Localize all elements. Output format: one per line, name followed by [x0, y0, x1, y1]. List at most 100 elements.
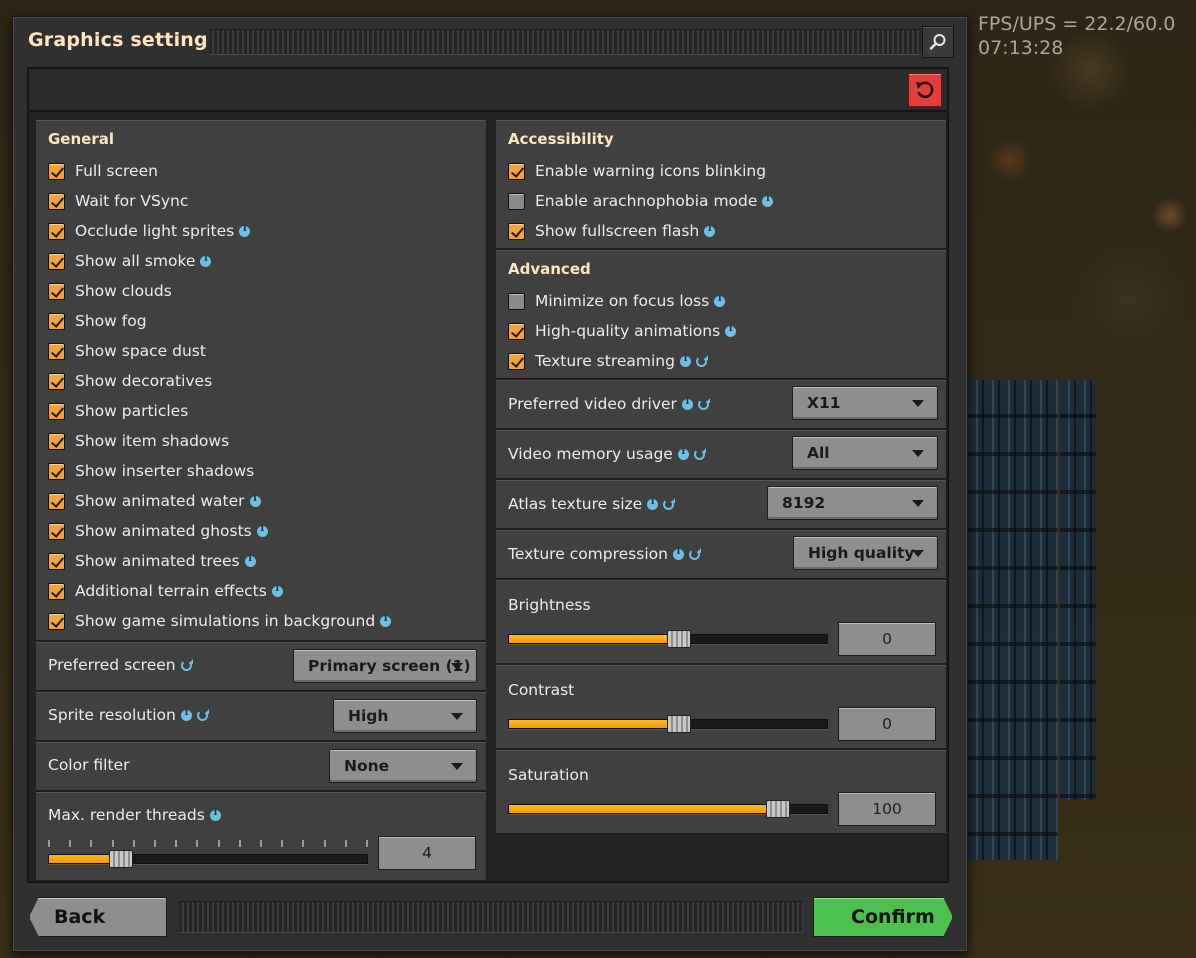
slider-knob[interactable] — [667, 630, 691, 648]
checkbox-checked[interactable] — [48, 402, 65, 420]
video-memory-label: Video memory usage — [508, 445, 706, 463]
checkbox-row[interactable]: Texture streaming — [508, 346, 708, 376]
checkbox-row[interactable]: Show all smoke — [48, 246, 212, 276]
info-icon[interactable] — [249, 493, 261, 507]
info-icon[interactable] — [714, 293, 726, 307]
checkbox-row[interactable]: Show fog — [48, 306, 147, 336]
checkbox-checked[interactable] — [48, 312, 65, 330]
video-driver-dropdown[interactable]: X11 — [792, 386, 938, 420]
video-memory-dropdown[interactable]: All — [792, 436, 938, 470]
info-icon[interactable] — [380, 613, 392, 627]
checkbox-unchecked[interactable] — [508, 192, 525, 210]
slider-knob[interactable] — [667, 715, 691, 733]
info-icon[interactable] — [209, 807, 221, 821]
sprite-resolution-dropdown[interactable]: High — [333, 699, 477, 733]
atlas-size-label: Atlas texture size — [508, 495, 676, 513]
info-icon[interactable] — [647, 496, 659, 510]
checkbox-checked[interactable] — [48, 612, 65, 630]
checkbox-row[interactable]: Show space dust — [48, 336, 206, 366]
preferred-screen-dropdown[interactable]: Primary screen (1) — [293, 649, 477, 683]
render-threads-input[interactable]: 4 — [378, 836, 476, 870]
checkbox-checked[interactable] — [48, 192, 65, 210]
slider-knob[interactable] — [108, 850, 133, 868]
back-button[interactable]: Back — [29, 897, 167, 937]
checkbox-row[interactable]: Show game simulations in background — [48, 606, 392, 636]
info-icon[interactable] — [704, 223, 716, 237]
info-icon[interactable] — [672, 546, 684, 560]
checkbox-row[interactable]: Show decoratives — [48, 366, 212, 396]
checkbox-row[interactable]: Full screen — [48, 156, 158, 186]
slider-ticks — [48, 840, 368, 848]
preferred-screen-label: Preferred screen — [48, 656, 193, 674]
brightness-input[interactable]: 0 — [838, 622, 936, 656]
slider-tick — [175, 840, 178, 847]
info-icon[interactable] — [677, 446, 689, 460]
checkbox-checked[interactable] — [48, 492, 65, 510]
checkbox-row[interactable]: Occlude light sprites — [48, 216, 251, 246]
color-filter-dropdown[interactable]: None — [329, 749, 477, 783]
checkbox-checked[interactable] — [48, 372, 65, 390]
checkbox-checked[interactable] — [48, 462, 65, 480]
reset-button[interactable] — [908, 73, 942, 107]
info-icon[interactable] — [762, 193, 774, 207]
saturation-input[interactable]: 100 — [838, 792, 936, 826]
checkbox-row[interactable]: Show clouds — [48, 276, 172, 306]
checkbox-checked[interactable] — [48, 162, 65, 180]
checkbox-row[interactable]: Show fullscreen flash — [508, 216, 716, 246]
checkbox-checked[interactable] — [508, 322, 525, 340]
confirm-button[interactable]: Confirm — [813, 897, 953, 937]
checkbox-row[interactable]: Show animated ghosts — [48, 516, 268, 546]
contrast-input[interactable]: 0 — [838, 707, 936, 741]
info-icon[interactable] — [244, 553, 256, 567]
bottom-drag-handle[interactable] — [179, 901, 803, 933]
checkbox-checked[interactable] — [508, 162, 525, 180]
preferred-screen-value: Primary screen (1) — [308, 657, 471, 675]
checkbox-checked[interactable] — [48, 252, 65, 270]
info-icon[interactable] — [180, 707, 192, 721]
checkbox-row[interactable]: Show animated water — [48, 486, 261, 516]
video-driver-label-text: Preferred video driver — [508, 395, 677, 413]
texture-compression-dropdown[interactable]: High quality — [793, 536, 938, 570]
info-icon[interactable] — [681, 396, 693, 410]
checkbox-row[interactable]: High-quality animations — [508, 316, 737, 346]
contrast-slider[interactable] — [508, 715, 828, 733]
checkbox-checked[interactable] — [48, 582, 65, 600]
checkbox-unchecked[interactable] — [508, 292, 525, 310]
render-threads-slider[interactable] — [48, 850, 368, 868]
info-icon[interactable] — [200, 253, 212, 267]
title-drag-handle[interactable] — [209, 29, 921, 55]
checkbox-checked[interactable] — [48, 342, 65, 360]
atlas-size-row: Atlas texture size 8192 — [496, 480, 946, 530]
checkbox-row[interactable]: Show animated trees — [48, 546, 256, 576]
checkbox-checked[interactable] — [48, 282, 65, 300]
checkbox-row[interactable]: Show particles — [48, 396, 188, 426]
saturation-slider[interactable] — [508, 800, 828, 818]
info-icon[interactable] — [679, 353, 691, 367]
checkbox-row[interactable]: Wait for VSync — [48, 186, 188, 216]
sprite-resolution-value: High — [348, 707, 389, 725]
info-icon[interactable] — [239, 223, 251, 237]
checkbox-checked[interactable] — [48, 552, 65, 570]
info-icon[interactable] — [725, 323, 737, 337]
checkbox-checked[interactable] — [508, 352, 525, 370]
color-filter-row: Color filter None — [36, 742, 486, 792]
brightness-slider[interactable] — [508, 630, 828, 648]
checkbox-checked[interactable] — [48, 522, 65, 540]
checkbox-checked[interactable] — [48, 222, 65, 240]
info-icon[interactable] — [256, 523, 268, 537]
video-memory-value: All — [807, 444, 830, 462]
checkbox-row[interactable]: Enable warning icons blinking — [508, 156, 766, 186]
checkbox-checked[interactable] — [508, 222, 525, 240]
checkbox-row[interactable]: Show item shadows — [48, 426, 229, 456]
checkbox-row[interactable]: Minimize on focus loss — [508, 286, 726, 316]
checkbox-checked[interactable] — [48, 432, 65, 450]
checkbox-row[interactable]: Enable arachnophobia mode — [508, 186, 774, 216]
atlas-size-dropdown[interactable]: 8192 — [767, 486, 938, 520]
game-clock: 07:13:28 — [978, 37, 1064, 59]
slider-knob[interactable] — [766, 800, 791, 818]
search-button[interactable] — [922, 26, 954, 58]
checkbox-label: Occlude light sprites — [75, 222, 235, 240]
checkbox-row[interactable]: Additional terrain effects — [48, 576, 283, 606]
checkbox-row[interactable]: Show inserter shadows — [48, 456, 254, 486]
info-icon[interactable] — [271, 583, 283, 597]
